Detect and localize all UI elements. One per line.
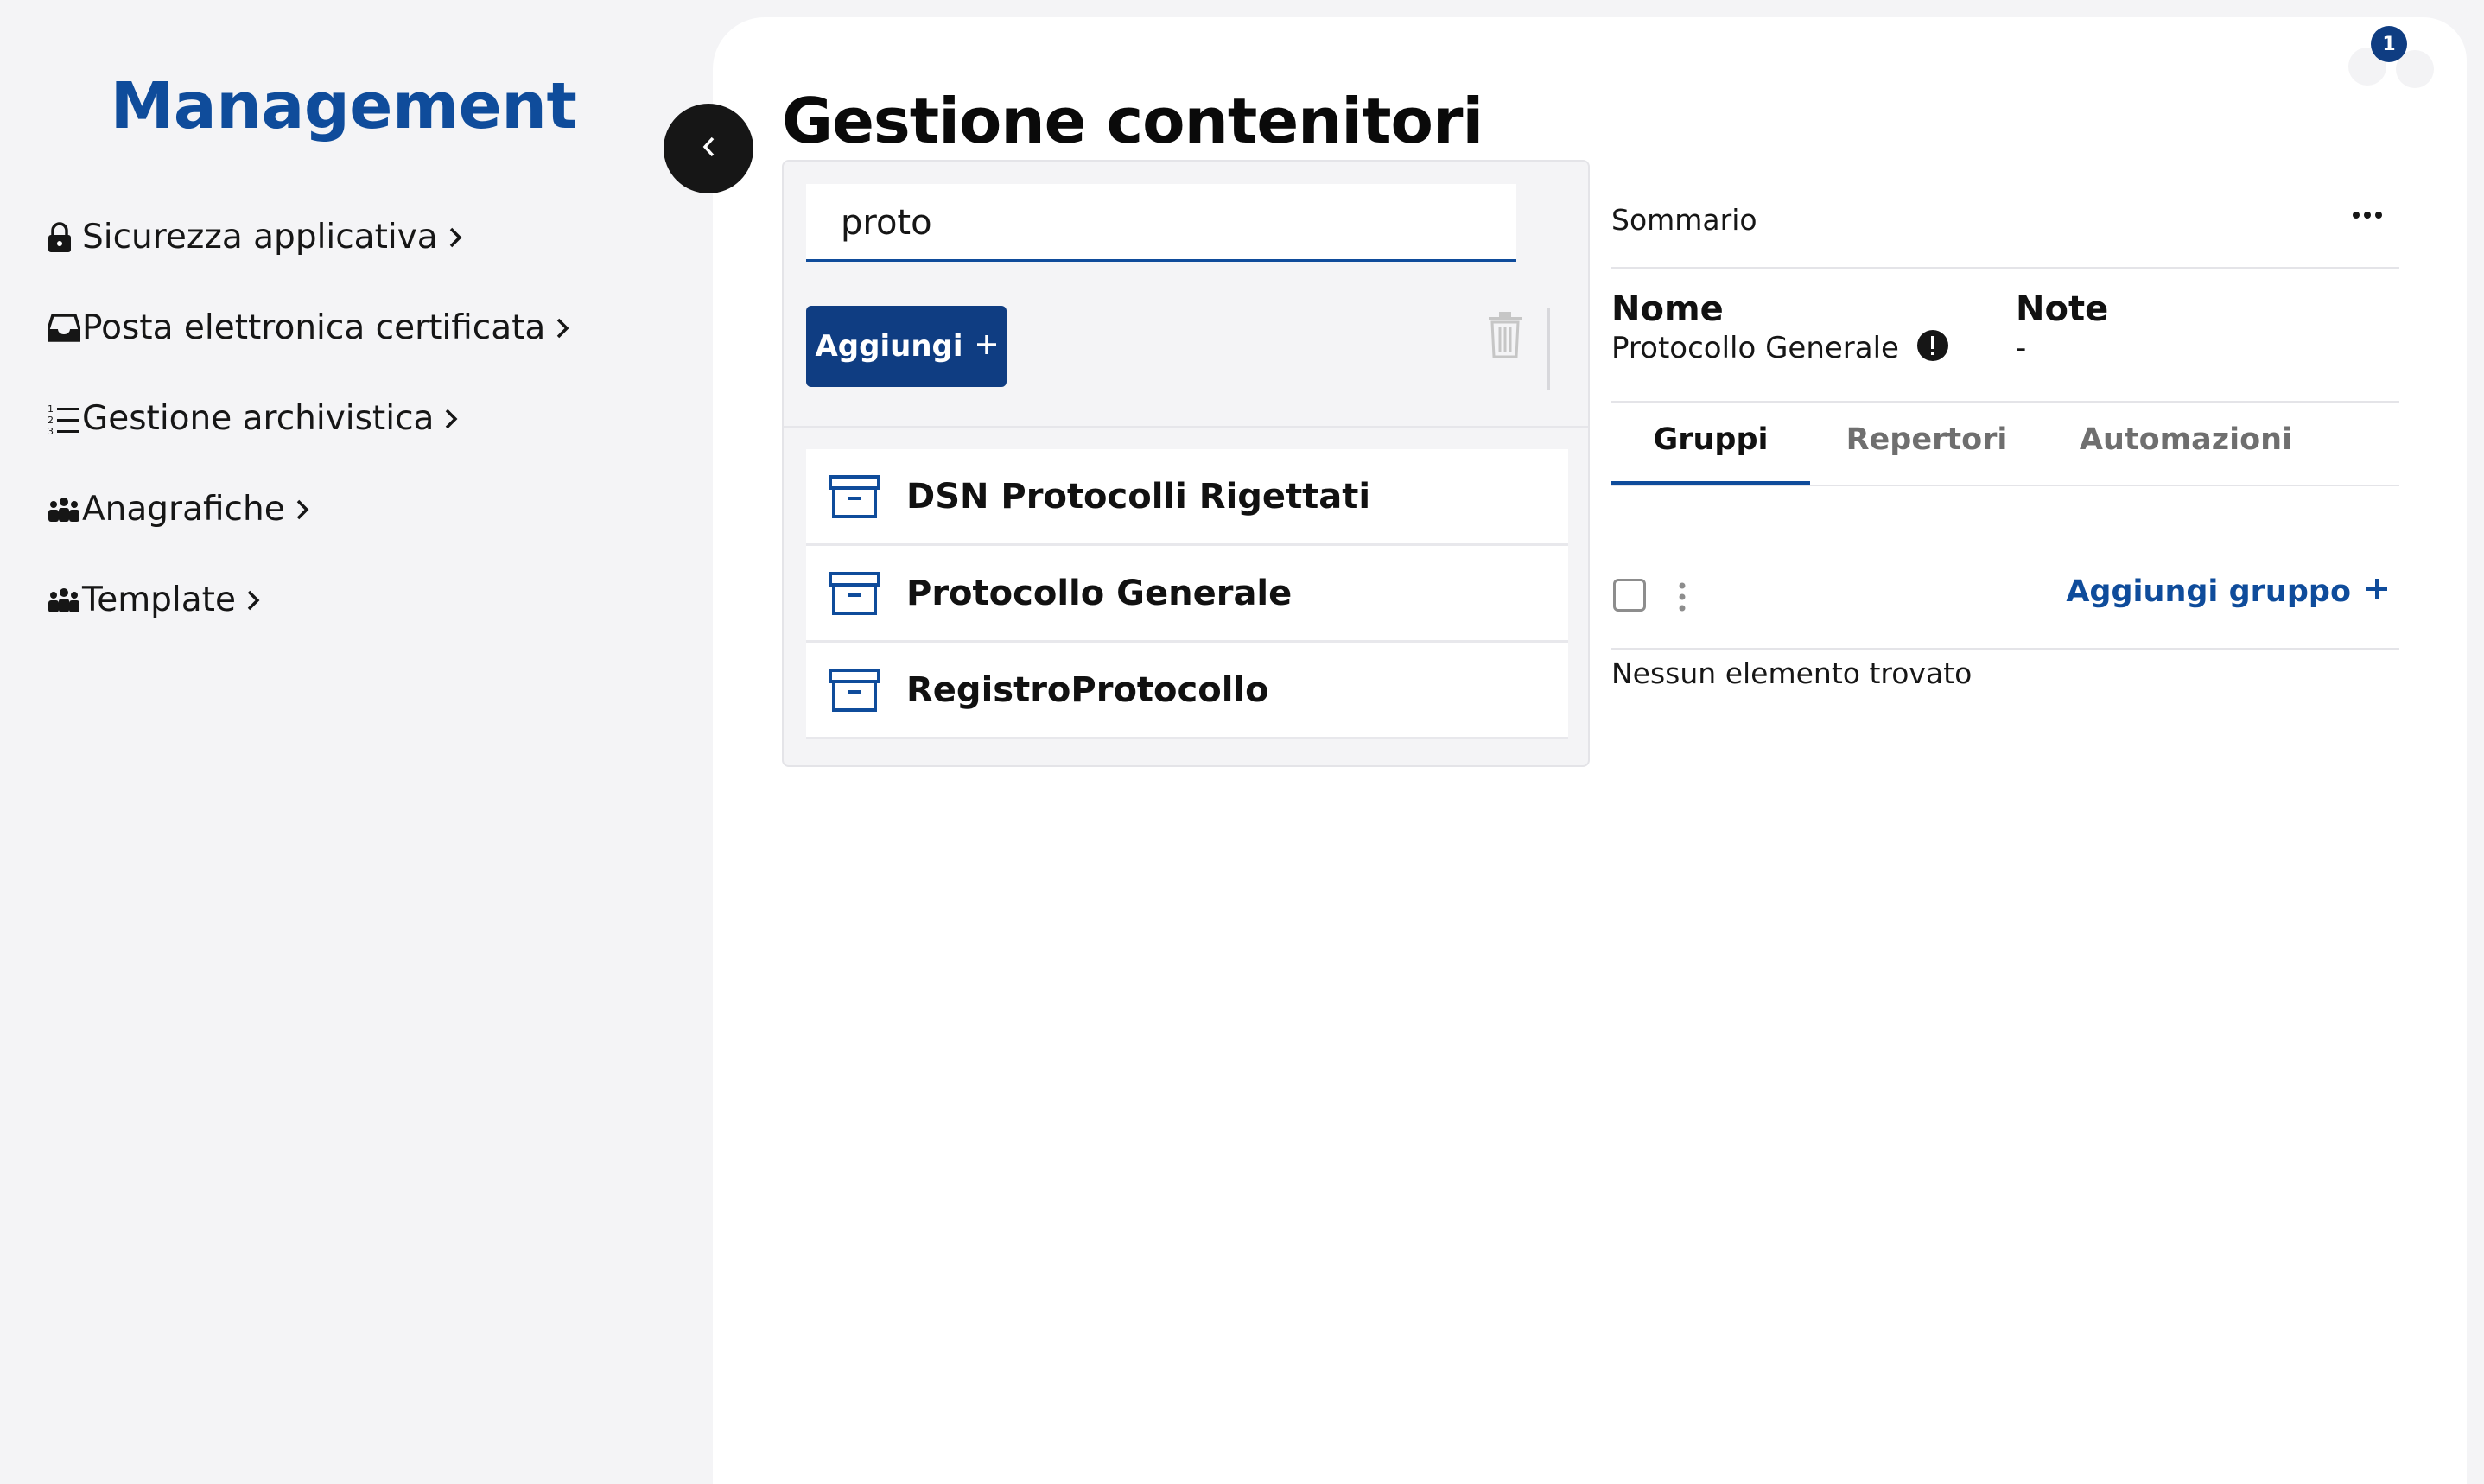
plus-icon: [2365, 574, 2389, 609]
svg-text:3: 3: [48, 426, 54, 435]
containers-list: DSN Protocolli Rigettati Protocollo Gene…: [806, 449, 1568, 739]
list-item[interactable]: DSN Protocolli Rigettati: [806, 449, 1568, 546]
brand-title: Management: [110, 69, 577, 143]
add-button-label: Aggiungi: [815, 329, 963, 364]
tab-repertori[interactable]: Repertori: [1810, 403, 2043, 477]
archive-box-icon: [829, 570, 882, 617]
search-input[interactable]: proto: [806, 184, 1516, 262]
note-value: -: [2016, 331, 2027, 365]
chevron-right-icon: [246, 587, 265, 613]
sidebar-nav: Sicurezza applicativa Posta elettronica …: [48, 192, 575, 645]
collapse-sidebar-button[interactable]: [664, 104, 753, 193]
sidebar-item-label: Sicurezza applicativa: [82, 218, 438, 257]
chevron-right-icon: [295, 497, 314, 523]
people-icon: [48, 583, 82, 618]
app: Management Sicurezza applicativa Posta e…: [0, 0, 2484, 1484]
archive-box-icon: [829, 473, 882, 520]
list-divider: [784, 426, 1588, 428]
divider: [1611, 485, 2399, 486]
kebab-menu-icon[interactable]: [1677, 580, 1687, 613]
divider: [1611, 648, 2399, 650]
list-item-label: Protocollo Generale: [906, 573, 1293, 613]
chevron-right-icon: [448, 225, 467, 251]
more-options-icon[interactable]: [2350, 206, 2385, 224]
add-group-button[interactable]: Aggiungi gruppo: [2066, 574, 2389, 609]
archive-box-icon: [829, 667, 882, 713]
add-button[interactable]: Aggiungi: [806, 306, 1007, 387]
inbox-icon: [48, 311, 82, 346]
chevron-right-icon: [556, 315, 575, 341]
name-label: Nome: [1611, 289, 1724, 329]
empty-state-message: Nessun elemento trovato: [1611, 656, 1973, 690]
list-item[interactable]: Protocollo Generale: [806, 546, 1568, 643]
warning-icon[interactable]: [1916, 329, 1949, 362]
toolbar-divider: [1547, 308, 1550, 390]
add-group-label: Aggiungi gruppo: [2066, 574, 2351, 609]
list-item[interactable]: RegistroProtocollo: [806, 643, 1568, 739]
notification-badge: 1: [2371, 26, 2407, 62]
sidebar-item-posta[interactable]: Posta elettronica certificata: [48, 282, 575, 373]
select-all-checkbox[interactable]: [1613, 579, 1646, 612]
lock-icon: [48, 220, 82, 255]
sidebar-item-label: Anagrafiche: [82, 490, 285, 529]
sidebar-item-label: Gestione archivistica: [82, 399, 435, 438]
sidebar-item-anagrafiche[interactable]: Anagrafiche: [48, 464, 575, 555]
people-icon: [48, 492, 82, 527]
sidebar-item-sicurezza[interactable]: Sicurezza applicativa: [48, 192, 575, 282]
containers-list-panel: proto Aggiungi DSN Protocolli Rigettati: [782, 160, 1590, 767]
chevron-right-icon: [444, 406, 463, 432]
delete-icon[interactable]: [1485, 310, 1525, 358]
sidebar: Management Sicurezza applicativa Posta e…: [0, 0, 713, 1484]
name-value: Protocollo Generale: [1611, 331, 1899, 365]
list-item-label: RegistroProtocollo: [906, 669, 1269, 710]
sidebar-item-template[interactable]: Template: [48, 555, 575, 645]
main-panel: 1 Gestione contenitori proto Aggiungi DS…: [713, 17, 2467, 1484]
summary-tabs: Gruppi Repertori Automazioni: [1611, 403, 2399, 477]
list-item-label: DSN Protocolli Rigettati: [906, 476, 1371, 517]
header-actions: 1: [2335, 26, 2439, 95]
sidebar-item-label: Template: [82, 580, 236, 619]
page-title: Gestione contenitori: [782, 85, 1483, 157]
sidebar-item-gestione-archivistica[interactable]: 123 Gestione archivistica: [48, 373, 575, 464]
plus-icon: [975, 329, 998, 364]
sidebar-item-label: Posta elettronica certificata: [82, 308, 546, 347]
chevron-left-icon: [701, 135, 716, 162]
divider: [1611, 267, 2399, 269]
summary-heading: Sommario: [1611, 203, 1757, 237]
tab-automazioni[interactable]: Automazioni: [2043, 403, 2328, 477]
note-label: Note: [2016, 289, 2109, 329]
tab-gruppi[interactable]: Gruppi: [1611, 403, 1810, 477]
numbered-list-icon: 123: [48, 402, 82, 436]
svg-text:1: 1: [48, 403, 54, 415]
svg-text:2: 2: [48, 415, 54, 426]
